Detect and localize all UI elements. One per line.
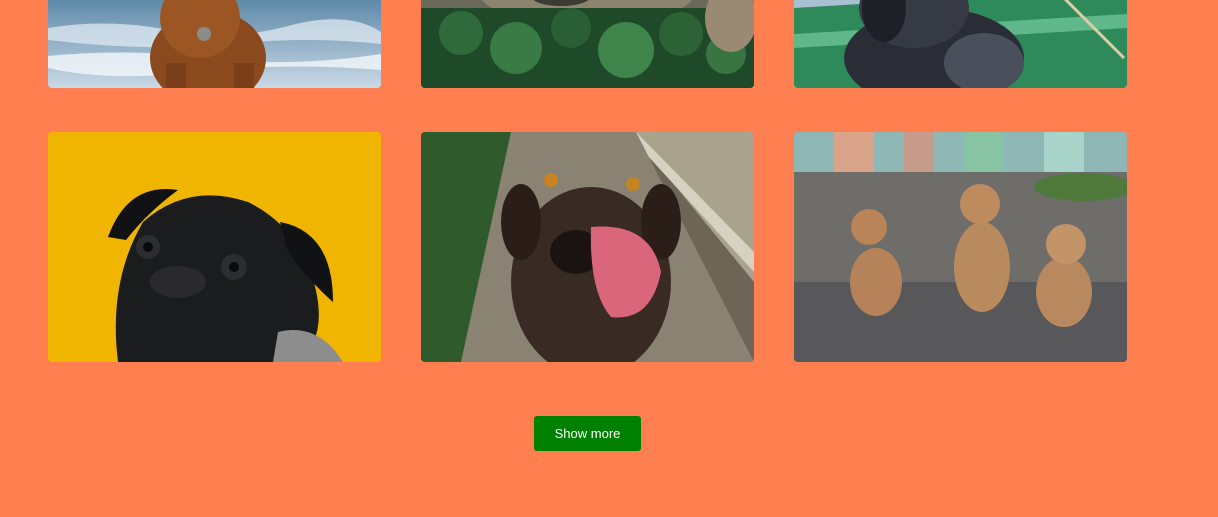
dog-in-leaves-photo bbox=[421, 0, 754, 88]
gallery-card-labrador[interactable] bbox=[421, 132, 754, 362]
dog-on-beach-photo bbox=[48, 0, 381, 88]
three-puppies-photo bbox=[794, 132, 1127, 362]
pug-yellow-background-photo bbox=[48, 132, 381, 362]
gallery-card-three-puppies[interactable] bbox=[794, 132, 1127, 362]
labrador-licking-photo bbox=[421, 132, 754, 362]
dog-gallery-page: Show more bbox=[0, 0, 1218, 517]
show-more-button[interactable]: Show more bbox=[534, 416, 641, 451]
gallery-card-dog-in-boat[interactable] bbox=[794, 0, 1127, 88]
gallery-card-dog-on-beach[interactable] bbox=[48, 0, 381, 88]
gallery-card-dog-in-leaves[interactable] bbox=[421, 0, 754, 88]
dog-in-boat-photo bbox=[794, 0, 1127, 88]
gallery-card-pug[interactable] bbox=[48, 132, 381, 362]
